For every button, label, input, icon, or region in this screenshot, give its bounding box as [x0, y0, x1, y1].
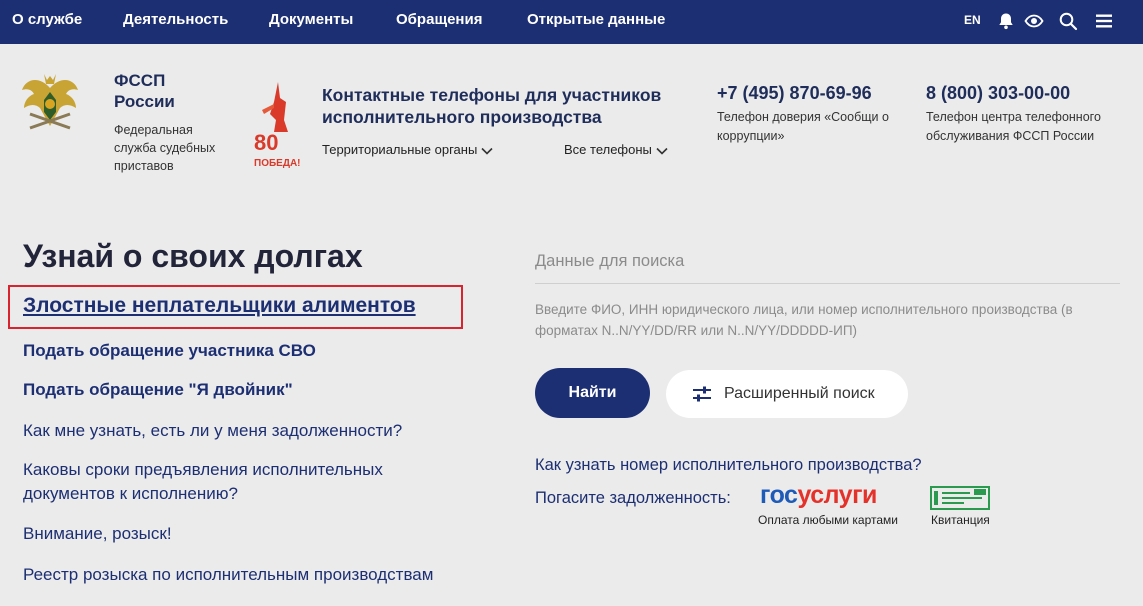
bell-icon[interactable] [996, 11, 1016, 31]
link-malicious-alimony-debtors[interactable]: Злостные неплательщики алиментов [23, 294, 416, 318]
page-title: Узнай о своих долгах [23, 238, 363, 274]
contacts-title: Контактные телефоны для участников испол… [322, 85, 662, 127]
link-how-to-find-number[interactable]: Как узнать номер исполнительного произво… [535, 456, 922, 475]
search-icon[interactable] [1058, 11, 1078, 31]
top-nav: О службе Деятельность Документы Обращени… [0, 0, 1143, 44]
phone-trust[interactable]: +7 (495) 870-69-96 [717, 83, 872, 104]
nav-item-about[interactable]: О службе [12, 11, 82, 28]
gosuslugi-part2: услуги [797, 481, 877, 509]
dropdown-all-phones[interactable]: Все телефоны [564, 142, 668, 157]
link-document-deadlines[interactable]: Каковы сроки предъявления исполнительных… [23, 458, 423, 506]
receipt-icon[interactable] [930, 486, 990, 510]
advanced-search-button[interactable]: Расширенный поиск [666, 370, 908, 418]
nav-item-open-data[interactable]: Открытые данные [527, 11, 665, 28]
dropdown-phones-label: Все телефоны [564, 142, 652, 157]
org-title-line1: ФССП [114, 71, 166, 90]
victory-word: ПОБЕДА! [254, 158, 300, 169]
search-input[interactable]: Данные для поиска [535, 252, 684, 271]
eye-icon[interactable] [1024, 11, 1044, 31]
menu-icon[interactable] [1094, 11, 1114, 31]
org-title-line2: России [114, 92, 175, 111]
org-title: ФССП России [114, 70, 175, 112]
phone-hotline-desc: Телефон центра телефонного обслуживания … [926, 110, 1101, 143]
search-underline [535, 283, 1120, 284]
link-wanted-registry[interactable]: Реестр розыска по исполнительным произво… [23, 563, 433, 587]
nav-item-documents[interactable]: Документы [269, 11, 353, 28]
link-double-appeal[interactable]: Подать обращение "Я двойник" [23, 378, 293, 402]
advanced-search-label: Расширенный поиск [724, 385, 875, 402]
link-check-debts[interactable]: Как мне узнать, есть ли у меня задолженн… [23, 419, 402, 443]
nav-item-appeals[interactable]: Обращения [396, 11, 482, 28]
victory-number: 80 [254, 130, 278, 155]
nav-item-activity[interactable]: Деятельность [123, 11, 228, 28]
chevron-down-icon [481, 147, 493, 155]
victory-80-logo: 80 ПОБЕДА! [254, 82, 300, 169]
search-hint: Введите ФИО, ИНН юридического лица, или … [535, 302, 1073, 338]
fssp-emblem-logo[interactable] [20, 68, 80, 136]
chevron-down-icon [656, 147, 668, 155]
gosuslugi-logo[interactable]: госуслуги [760, 481, 877, 509]
link-svo-appeal[interactable]: Подать обращение участника СВО [23, 339, 316, 363]
filter-sliders-icon [693, 386, 711, 402]
pay-debt-label: Погасите задолженность: [535, 489, 731, 507]
phone-trust-desc: Телефон доверия «Сообщи о коррупции» [717, 110, 889, 143]
phone-hotline[interactable]: 8 (800) 303-00-00 [926, 83, 1070, 104]
gosuslugi-part1: гос [760, 481, 798, 509]
link-wanted[interactable]: Внимание, розыск! [23, 522, 172, 546]
gosuslugi-caption: Оплата любыми картами [758, 513, 898, 527]
find-button[interactable]: Найти [535, 368, 650, 418]
dropdown-territorial-label: Территориальные органы [322, 142, 478, 157]
org-subtitle: Федеральная служба судебных приставов [114, 123, 216, 173]
dropdown-territorial-bodies[interactable]: Территориальные органы [322, 142, 493, 157]
receipt-caption: Квитанция [931, 513, 990, 527]
language-switch[interactable]: EN [964, 13, 981, 27]
